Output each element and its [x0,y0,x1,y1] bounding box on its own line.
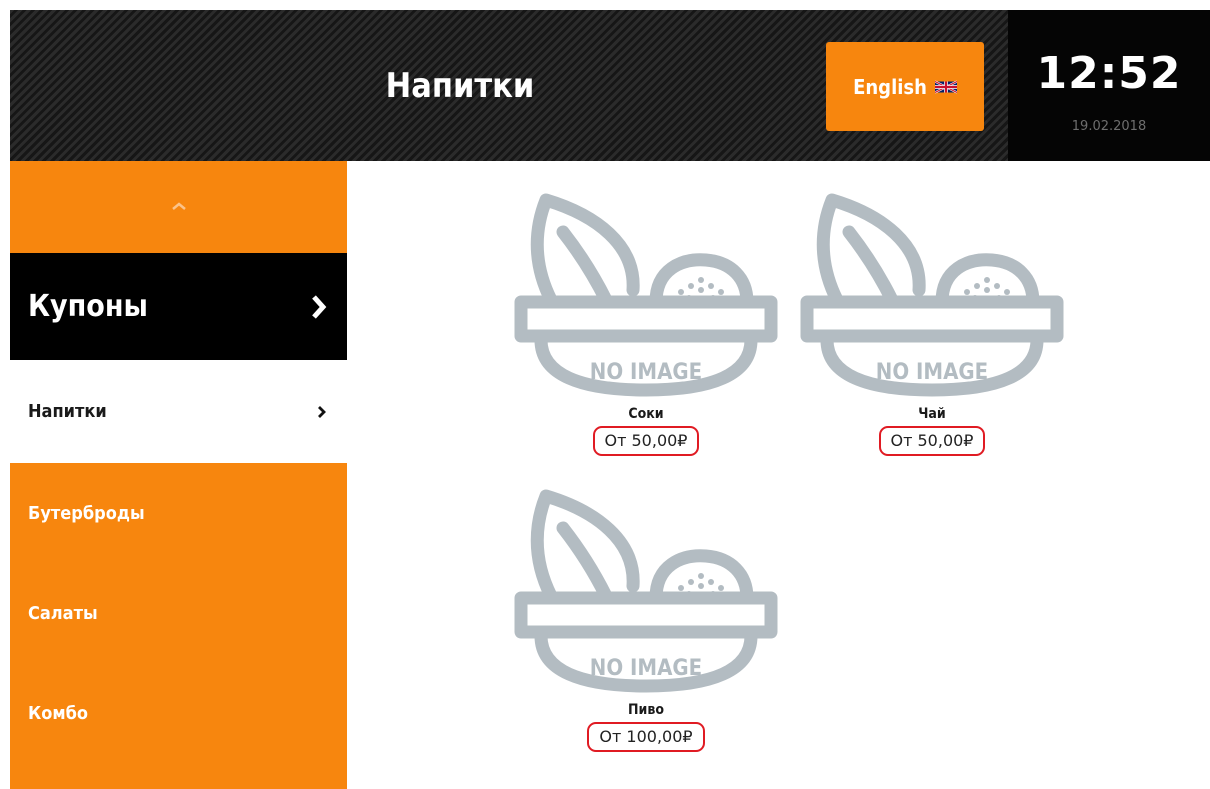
scroll-up-button[interactable] [10,161,347,250]
sidebar-item-label: Бутерброды [28,502,145,524]
product-name: Соки [628,406,664,422]
category-sidebar: Купоны Напитки Бутерброды Салаты Комбо [10,161,347,789]
sidebar-item-combo[interactable]: Комбо [10,663,347,763]
product-name: Пиво [628,702,664,718]
product-card-juices[interactable]: NO IMAGE Соки От 50,00₽ [506,190,786,456]
no-image-placeholder-icon: NO IMAGE [514,193,778,397]
clock-time: 12:52 [1036,48,1182,99]
product-name: Чай [918,406,946,422]
sidebar-item-drinks[interactable]: Напитки [10,360,347,463]
clock-panel: 12:52 19.02.2018 [1008,10,1210,161]
header-bar: Напитки English [10,10,1008,161]
uk-flag-icon [934,80,957,93]
sidebar-item-label: Напитки [28,401,107,422]
chevron-right-icon [317,405,327,419]
product-price: От 50,00₽ [592,426,700,456]
sidebar-item-label: Комбо [28,702,89,724]
sidebar-item-label: Салаты [28,602,98,624]
sidebar-item-salads[interactable]: Салаты [10,563,347,663]
no-image-placeholder-icon: NO IMAGE [514,489,778,693]
no-image-placeholder-icon: NO IMAGE [800,193,1064,397]
sidebar-item-sandwiches[interactable]: Бутерброды [10,463,347,563]
no-image-text: NO IMAGE [590,360,702,385]
no-image-text: NO IMAGE [590,656,702,681]
page-title: Напитки [385,65,535,106]
language-label: English [853,74,927,99]
product-price: От 100,00₽ [587,722,705,752]
language-button[interactable]: English [826,42,984,131]
chevron-right-icon [311,294,327,320]
sidebar-item-coupons[interactable]: Купоны [10,253,347,360]
product-card-beer[interactable]: NO IMAGE Пиво От 100,00₽ [506,486,786,752]
product-price: От 50,00₽ [878,426,986,456]
kiosk-screen: Напитки English 12:52 19.02.2018 Купоны [10,10,1210,789]
chevron-up-icon [171,201,186,210]
product-card-tea[interactable]: NO IMAGE Чай От 50,00₽ [792,190,1072,456]
clock-date: 19.02.2018 [1071,119,1147,134]
no-image-text: NO IMAGE [876,360,988,385]
sidebar-item-label: Купоны [28,289,148,324]
